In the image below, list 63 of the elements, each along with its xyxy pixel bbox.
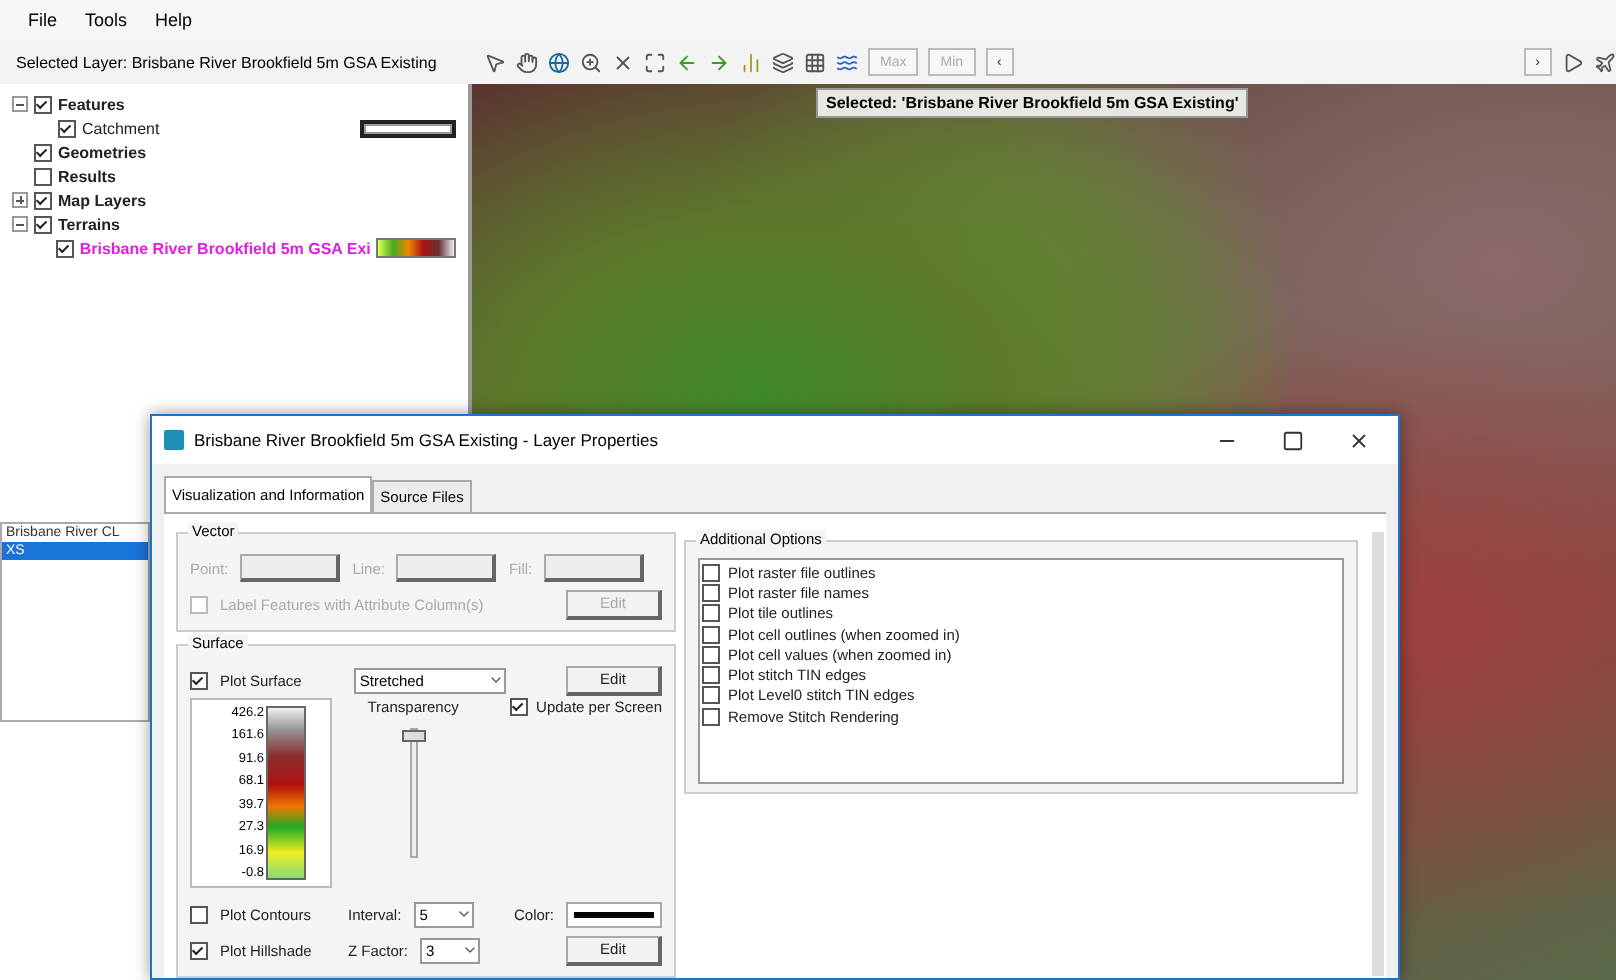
checkbox[interactable] xyxy=(702,604,720,623)
menu-item[interactable]: Tools xyxy=(85,10,128,30)
dropdown-caret-icon[interactable] xyxy=(455,906,472,922)
checkbox[interactable] xyxy=(34,167,52,185)
close-icon[interactable] xyxy=(1348,429,1370,451)
fill-style-field[interactable] xyxy=(544,554,645,582)
expand-icon[interactable] xyxy=(12,192,28,208)
checkbox[interactable] xyxy=(702,686,720,705)
menu-item[interactable]: Help xyxy=(155,10,193,30)
checkbox[interactable] xyxy=(34,143,52,161)
arrow-right-icon[interactable] xyxy=(708,51,730,73)
checkbox[interactable] xyxy=(702,645,720,664)
maximize-icon[interactable] xyxy=(1282,429,1304,451)
layers-icon[interactable] xyxy=(772,51,794,73)
pointer-icon[interactable] xyxy=(484,51,506,73)
checkbox[interactable] xyxy=(190,941,208,959)
slider-thumb[interactable] xyxy=(401,730,426,742)
checkbox[interactable] xyxy=(34,215,52,233)
checkbox[interactable] xyxy=(190,671,208,689)
checkbox[interactable] xyxy=(34,191,52,209)
checkbox[interactable] xyxy=(510,698,529,716)
dialog-title: Brisbane River Brookfield 5m GSA Existing - Layer Properties xyxy=(194,430,660,450)
zoom-in-icon[interactable] xyxy=(580,51,602,73)
tree-item[interactable]: Results xyxy=(58,167,116,185)
collapse-icon[interactable] xyxy=(12,216,28,232)
plane-icon[interactable] xyxy=(1594,51,1616,73)
contour-color-swatch[interactable] xyxy=(566,901,662,927)
line-style-swatch xyxy=(360,119,456,137)
checkbox[interactable] xyxy=(34,95,52,113)
arrow-left-icon[interactable] xyxy=(676,51,698,73)
checkbox[interactable] xyxy=(702,563,720,582)
globe-icon[interactable] xyxy=(548,51,570,73)
checkbox[interactable] xyxy=(702,625,720,644)
selection-tooltip: Selected: 'Brisbane River Brookfield 5m GSA Existing' xyxy=(816,88,1249,118)
x-icon[interactable] xyxy=(612,51,634,73)
menu-item[interactable]: File xyxy=(28,10,58,30)
checkbox[interactable] xyxy=(55,239,74,257)
tree-item[interactable]: Catchment xyxy=(82,119,160,137)
play-icon[interactable] xyxy=(1562,51,1584,73)
tree-item[interactable]: Map Layers xyxy=(58,191,147,209)
checkbox[interactable] xyxy=(702,666,720,685)
line-style-field[interactable] xyxy=(396,554,497,582)
waves-icon[interactable] xyxy=(836,51,858,73)
app-icon xyxy=(164,430,184,450)
checkbox[interactable] xyxy=(190,905,208,923)
bar-chart-icon[interactable] xyxy=(740,51,762,73)
maximize-icon[interactable] xyxy=(644,51,666,73)
point-style-field[interactable] xyxy=(240,554,341,582)
checkbox[interactable] xyxy=(702,583,720,602)
selected-layer-label: Selected Layer: Brisbane River Brookfield 5m GSA Existing xyxy=(14,53,439,71)
checkbox[interactable] xyxy=(58,119,76,137)
checkbox[interactable] xyxy=(702,707,720,726)
tree-item[interactable]: Geometries xyxy=(58,143,147,161)
dropdown-caret-icon[interactable] xyxy=(487,672,504,688)
dropdown-caret-icon[interactable] xyxy=(462,942,479,958)
tree-item[interactable]: Terrains xyxy=(58,215,120,233)
tree-item[interactable]: Brisbane River Brookfield 5m GSA Exi xyxy=(79,239,371,257)
grid-icon[interactable] xyxy=(804,51,826,73)
hand-icon[interactable] xyxy=(516,51,538,73)
scrollbar[interactable] xyxy=(1372,532,1384,976)
collapse-icon[interactable] xyxy=(12,96,28,112)
tree-item[interactable]: Features xyxy=(58,95,125,113)
color-ramp-swatch xyxy=(376,238,456,258)
